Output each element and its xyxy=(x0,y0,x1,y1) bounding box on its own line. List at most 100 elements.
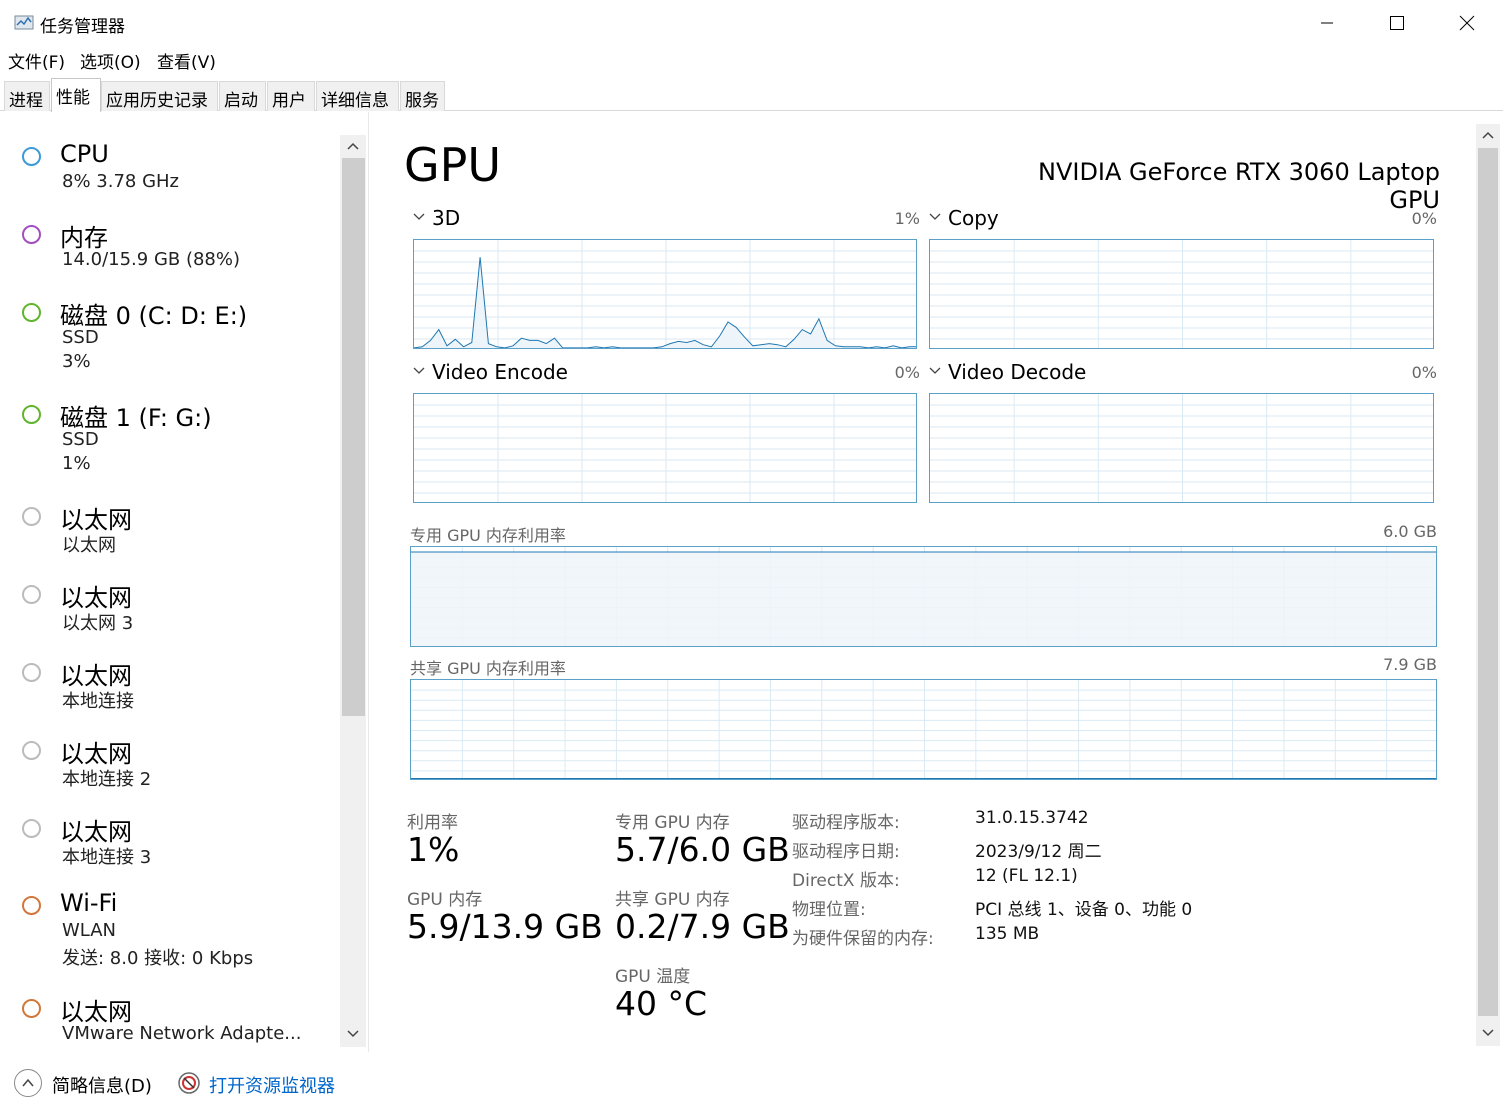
driver-version-value: 31.0.15.3742 xyxy=(975,808,1089,828)
sidebar-item-name[interactable]: 以太网 xyxy=(60,992,132,1027)
shared-mem-graph xyxy=(410,679,1437,780)
physical-location-label: 物理位置: xyxy=(792,900,866,920)
sidebar-item-name[interactable]: CPU xyxy=(60,140,109,168)
sidebar-item-indicator-icon[interactable] xyxy=(22,507,41,526)
menu-file[interactable]: 文件(F) xyxy=(8,48,65,73)
menu-options[interactable]: 选项(O) xyxy=(80,48,141,73)
window-title: 任务管理器 xyxy=(40,17,125,37)
footer: 简略信息(D) 打开资源监视器 xyxy=(0,1058,1503,1119)
resource-monitor-icon xyxy=(178,1072,200,1094)
sidebar-item-detail: 本地连接 xyxy=(62,691,134,712)
brief-info-link[interactable]: 简略信息(D) xyxy=(52,1072,152,1098)
engine-3d-label[interactable]: 3D xyxy=(432,206,460,230)
sidebar-item-detail: 3% xyxy=(62,351,91,372)
engine-video-decode-graph xyxy=(929,393,1434,503)
sidebar-item-detail: 14.0/15.9 GB (88%) xyxy=(62,249,241,270)
scroll-down-icon[interactable] xyxy=(1481,1028,1495,1038)
hardware-reserved-value: 135 MB xyxy=(975,924,1040,944)
sidebar-item-name[interactable]: 磁盘 0 (C: D: E:) xyxy=(60,296,247,331)
sidebar-item-indicator-icon[interactable] xyxy=(22,585,41,604)
sidebar-item-indicator-icon[interactable] xyxy=(22,819,41,838)
dedicated-mem-max: 6.0 GB xyxy=(1383,522,1437,541)
scroll-up-icon[interactable] xyxy=(346,141,360,151)
page-title: GPU xyxy=(404,138,502,192)
close-button[interactable] xyxy=(1432,0,1502,46)
sidebar-item-name[interactable]: 以太网 xyxy=(60,578,132,613)
sidebar-item-detail: SSD xyxy=(62,327,99,348)
sidebar-item-detail: 以太网 xyxy=(62,535,116,556)
main-scroll-thumb[interactable] xyxy=(1478,148,1498,1016)
engine-video-encode-graph xyxy=(413,393,917,503)
sidebar-item-detail: 8% 3.78 GHz xyxy=(62,171,180,192)
driver-version-label: 驱动程序版本: xyxy=(792,813,900,833)
engine-video-decode-label[interactable]: Video Decode xyxy=(948,360,1086,384)
sidebar-item-indicator-icon[interactable] xyxy=(22,896,41,915)
brief-toggle-button[interactable] xyxy=(14,1069,42,1097)
tab-details[interactable]: 详细信息 xyxy=(316,81,399,111)
maximize-icon xyxy=(1390,16,1404,30)
sidebar-item-detail: 1% xyxy=(62,453,91,474)
chevron-down-icon[interactable] xyxy=(928,365,942,377)
tab-performance[interactable]: 性能 xyxy=(51,78,101,112)
tab-app-history[interactable]: 应用历史记录 xyxy=(101,81,218,111)
driver-date-value: 2023/9/12 周二 xyxy=(975,842,1102,862)
scroll-up-icon[interactable] xyxy=(1481,130,1495,140)
sidebar-item-name[interactable]: 以太网 xyxy=(60,812,132,847)
tab-processes[interactable]: 进程 xyxy=(4,81,50,111)
engine-video-encode-percent: 0% xyxy=(894,363,920,382)
sidebar-item-detail: 本地连接 2 xyxy=(62,769,152,790)
engine-video-encode-label[interactable]: Video Encode xyxy=(432,360,568,384)
sidebar-item-detail: SSD xyxy=(62,429,99,450)
title-bar: 任务管理器 xyxy=(0,0,1503,46)
minimize-button[interactable] xyxy=(1292,0,1362,46)
sidebar-divider xyxy=(368,112,369,1052)
engine-video-decode-percent: 0% xyxy=(1411,363,1437,382)
sidebar-item-detail: 发送: 8.0 接收: 0 Kbps xyxy=(62,948,254,969)
tab-startup[interactable]: 启动 xyxy=(219,81,266,111)
sidebar-item-detail: WLAN xyxy=(62,920,117,941)
sidebar-item-indicator-icon[interactable] xyxy=(22,225,41,244)
physical-location-value: PCI 总线 1、设备 0、功能 0 xyxy=(975,900,1193,920)
chevron-down-icon[interactable] xyxy=(412,365,426,377)
chevron-down-icon[interactable] xyxy=(928,211,942,223)
sidebar-item-indicator-icon[interactable] xyxy=(22,405,41,424)
sidebar-item-indicator-icon[interactable] xyxy=(22,663,41,682)
sidebar-item-name[interactable]: 以太网 xyxy=(60,656,132,691)
engine-3d-percent: 1% xyxy=(894,209,920,228)
open-resource-monitor-link[interactable]: 打开资源监视器 xyxy=(209,1072,335,1098)
hardware-reserved-label: 为硬件保留的内存: xyxy=(792,929,934,949)
sidebar-item-name[interactable]: 以太网 xyxy=(60,500,132,535)
sidebar-item-name[interactable]: 以太网 xyxy=(60,734,132,769)
scroll-down-icon[interactable] xyxy=(346,1029,360,1039)
directx-version-value: 12 (FL 12.1) xyxy=(975,866,1078,886)
graph-grid xyxy=(414,240,916,348)
graph-grid xyxy=(930,240,1433,348)
maximize-button[interactable] xyxy=(1362,0,1432,46)
sidebar-item-detail: 以太网 3 xyxy=(62,613,134,634)
shared-mem-max: 7.9 GB xyxy=(1383,655,1437,674)
menu-view[interactable]: 查看(V) xyxy=(157,48,216,73)
sidebar-item-name[interactable]: 磁盘 1 (F: G:) xyxy=(60,398,212,433)
sidebar-item-indicator-icon[interactable] xyxy=(22,741,41,760)
sidebar-item-detail: 本地连接 3 xyxy=(62,847,152,868)
sidebar-item-indicator-icon[interactable] xyxy=(22,999,41,1018)
graph-grid xyxy=(930,394,1433,502)
gpu-mem-value: 5.9/13.9 GB xyxy=(407,907,603,946)
tab-users[interactable]: 用户 xyxy=(267,81,315,111)
sidebar-scroll-thumb[interactable] xyxy=(342,158,365,716)
engine-copy-label[interactable]: Copy xyxy=(948,206,999,230)
engine-copy-percent: 0% xyxy=(1411,209,1437,228)
sidebar-item-indicator-icon[interactable] xyxy=(22,303,41,322)
dedicated-mem-fill xyxy=(411,552,1436,646)
sidebar-item-name[interactable]: Wi-Fi xyxy=(60,889,117,917)
sidebar-item-indicator-icon[interactable] xyxy=(22,147,41,166)
chevron-down-icon[interactable] xyxy=(412,211,426,223)
shared-gpu-mem-value: 0.2/7.9 GB xyxy=(615,907,790,946)
sidebar-item-name[interactable]: 内存 xyxy=(60,218,108,253)
tab-services[interactable]: 服务 xyxy=(400,81,445,111)
driver-date-label: 驱动程序日期: xyxy=(792,842,900,862)
tab-bar: 进程 性能 应用历史记录 启动 用户 详细信息 服务 xyxy=(0,78,1503,112)
engine-3d-graph xyxy=(413,239,917,349)
dedicated-gpu-mem-value: 5.7/6.0 GB xyxy=(615,830,790,869)
graph-grid xyxy=(411,680,1436,779)
